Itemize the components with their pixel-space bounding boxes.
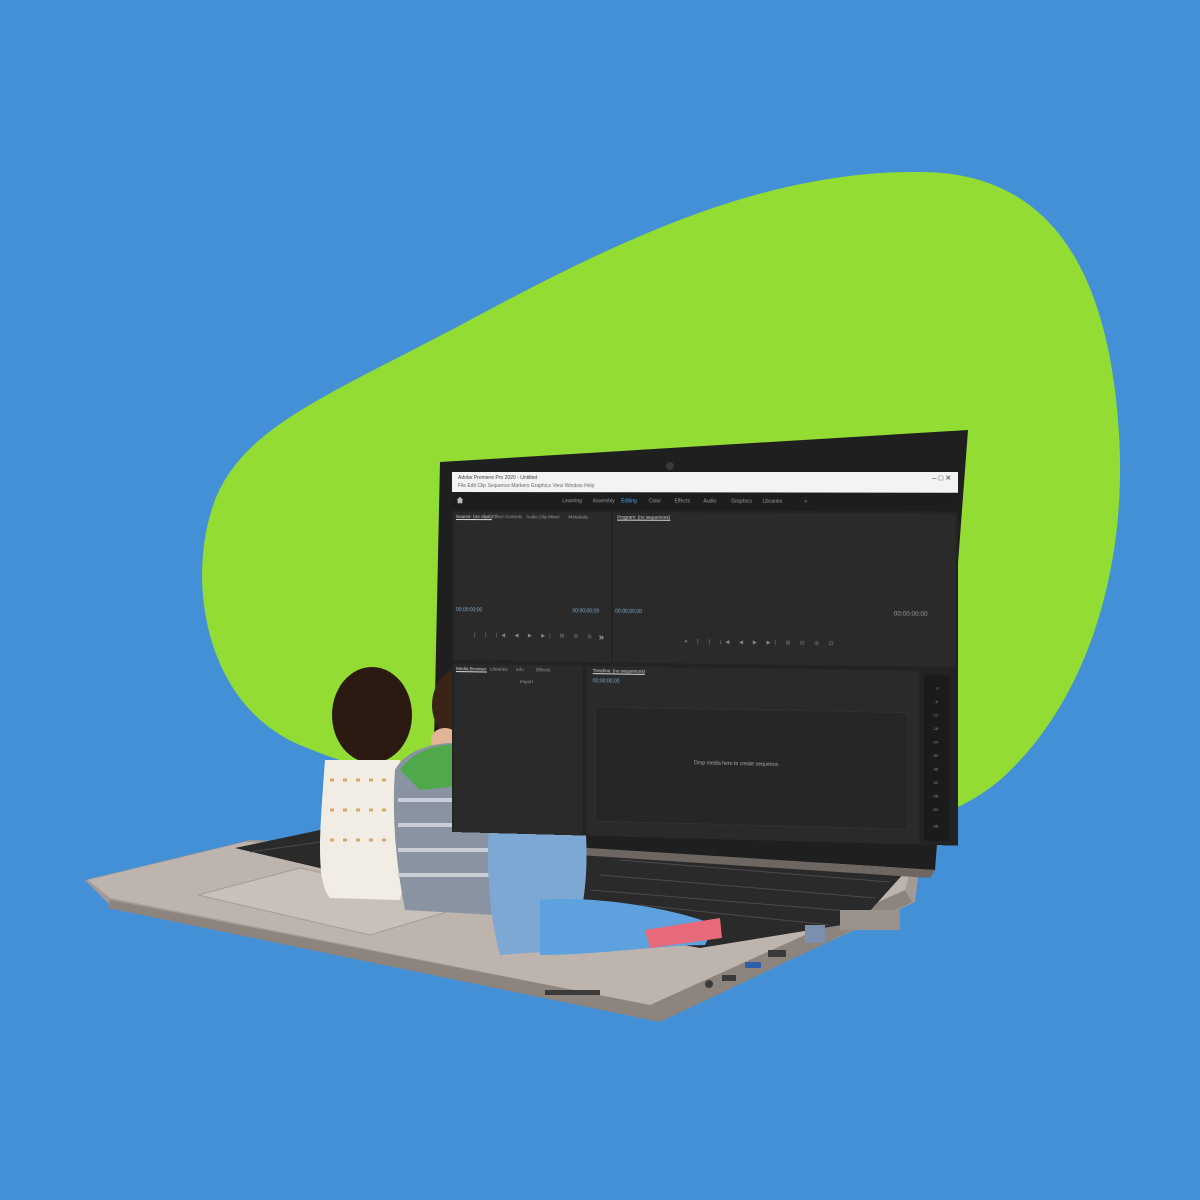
menu-bar[interactable]: File Edit Clip Sequence Markers Graphics… (458, 483, 595, 489)
source-timecode-right: 00;00;00;00 (572, 608, 600, 615)
workspace-editing[interactable]: Editing (621, 498, 637, 504)
meter-label: -24 (932, 739, 939, 745)
home-icon[interactable] (456, 496, 464, 504)
workspace-graphics[interactable]: Graphics (731, 499, 752, 505)
timeline-drop-message: Drop media here to create sequence. (694, 760, 780, 769)
source-add-button[interactable]: » (599, 632, 604, 642)
editor-screen: Adobe Premiere Pro 2020 - Untitled File … (452, 472, 958, 846)
tab-audio-clip-mixer[interactable]: Audio Clip Mixer (526, 514, 560, 519)
meter-label: -36 (932, 766, 939, 772)
timeline-drop-area[interactable]: Drop media here to create sequence. (594, 706, 909, 830)
window-controls[interactable]: – □ ✕ (932, 474, 951, 482)
meter-label: -48 (932, 793, 939, 799)
tab-libraries[interactable]: Libraries (490, 667, 508, 672)
meter-label: -6 (934, 698, 939, 705)
workspace-audio[interactable]: Audio (703, 498, 716, 504)
source-transport-controls[interactable]: { } |◀ ◀ ▶ ▶| ⊞ ⊟ ◎ (474, 632, 596, 640)
project-panel: Media Browser Libraries Info Effects Imp… (453, 664, 583, 836)
window-title: Adobe Premiere Pro 2020 - Untitled (457, 475, 538, 482)
tab-media-browser[interactable]: Media Browser (455, 666, 487, 673)
timeline-panel: Timeline: (no sequences) 00;00;00;00 Dro… (586, 665, 920, 845)
tab-program[interactable]: Program: (no sequences) (617, 514, 671, 521)
source-monitor-panel: Source: (no clips) Effect Controls Audio… (453, 512, 612, 663)
workspace-libraries[interactable]: Libraries (762, 499, 782, 505)
meter-label: -54 (932, 806, 939, 812)
workspace-bar: Learning Assembly Editing Color Effects … (452, 492, 958, 512)
program-transport-controls[interactable]: ▾ { } |◀ ◀ ▶ ▶| ⊞ ⊟ ◎ ⊡ (685, 639, 838, 647)
tab-effects[interactable]: Effects (536, 667, 550, 672)
import-button[interactable]: Import (520, 679, 533, 684)
source-timecode-left: 00;00;00;00 (455, 607, 483, 614)
tab-source[interactable]: Source: (no clips) (455, 514, 492, 521)
meter-label: -18 (932, 725, 939, 732)
webcam (666, 462, 674, 470)
meter-label: 0 (936, 685, 939, 691)
audio-meter: 0 -6 -12 -18 -24 -30 -36 -42 -48 -54 dB (923, 674, 950, 842)
tab-timeline[interactable]: Timeline: (no sequences) (592, 668, 646, 675)
meter-label: -30 (932, 752, 939, 759)
tab-effect-controls[interactable]: Effect Controls (492, 514, 522, 519)
workspace-effects[interactable]: Effects (674, 498, 690, 504)
meter-label: -12 (932, 712, 939, 718)
workspace-assembly[interactable]: Assembly (593, 498, 615, 504)
meter-label: dB (933, 823, 939, 829)
workspace-learning[interactable]: Learning (562, 498, 582, 504)
meter-label: -42 (932, 779, 939, 786)
window-titlebar: Adobe Premiere Pro 2020 - Untitled File … (452, 472, 958, 493)
tab-info[interactable]: Info (516, 667, 524, 672)
timeline-timecode: 00;00;00;00 (592, 678, 620, 685)
program-timecode-right: 00;00;00;00 (893, 611, 928, 619)
workspaces-more-button[interactable]: » (804, 499, 807, 505)
workspace-color[interactable]: Color (649, 498, 661, 504)
tab-metadata[interactable]: Metadata (568, 514, 587, 519)
program-timecode-left: 00;00;00;00 (615, 608, 643, 616)
program-monitor-panel: Program: (no sequences) 00;00;00;00 00;0… (613, 512, 956, 668)
